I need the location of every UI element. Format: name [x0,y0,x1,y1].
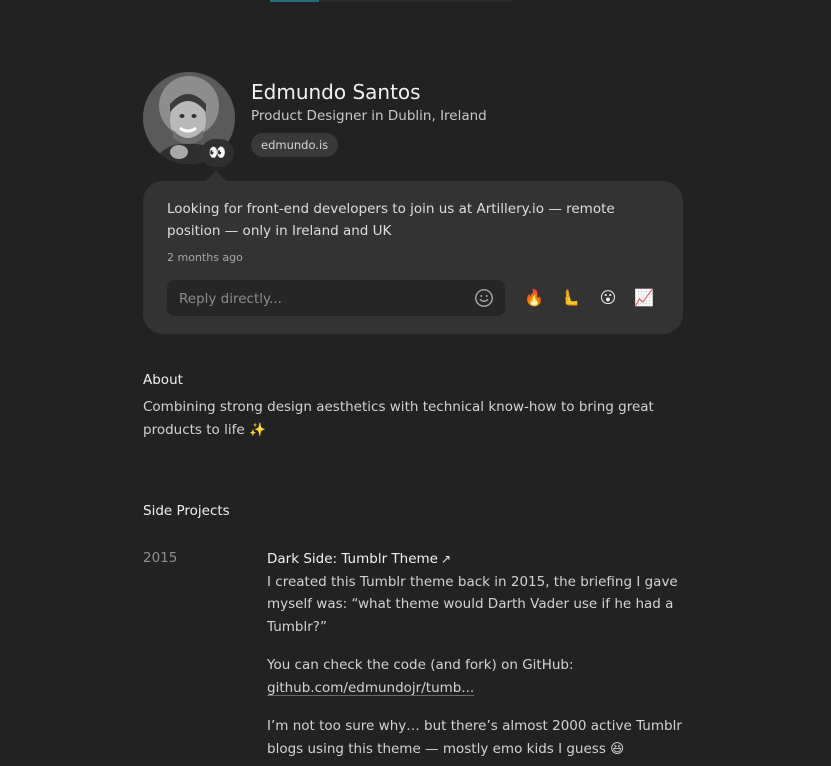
reply-input[interactable] [177,280,471,318]
reaction-fire[interactable]: 🔥 [523,287,545,309]
website-link[interactable]: edmundo.is [251,133,339,157]
status-timestamp: 2 months ago [167,251,243,264]
about-text: Combining strong design aesthetics with … [143,399,654,438]
reaction-hand[interactable]: 🫷 [559,287,581,309]
project-entry: Dark Side: Tumblr Theme ↗ I created this … [267,548,687,760]
reaction-surprised[interactable]: 😮 [597,287,619,309]
project-github-paragraph: You can check the code (and fork) on Git… [267,654,687,699]
project-usage-note: I’m not too sure why… but there’s almost… [267,718,682,757]
reaction-chart[interactable]: 📈 [633,287,655,309]
about-heading: About [143,372,183,388]
project-description: I created this Tumblr theme back in 2015… [267,573,678,635]
status-emoji: 👀 [208,145,227,161]
active-tab-indicator [270,0,319,2]
side-projects-heading: Side Projects [143,503,230,519]
smiley-outline-icon[interactable] [474,288,494,308]
status-emoji-badge[interactable]: 👀 [201,139,234,167]
arrow-up-right-icon: ↗ [441,552,452,566]
github-link[interactable]: github.com/edmundojr/tumb... [267,680,474,696]
github-prefix: You can check the code (and fork) on Git… [267,657,574,673]
reply-box [167,280,505,318]
project-year: 2015 [143,550,178,566]
project-title: Dark Side: Tumblr Theme [267,551,438,567]
profile-role: Product Designer in Dublin, Ireland [251,108,487,124]
profile-page: 👀 Edmundo Santos Product Designer in Dub… [0,0,831,766]
status-text: Looking for front-end developers to join… [167,201,615,239]
project-title-link[interactable]: Dark Side: Tumblr Theme ↗ [267,548,687,571]
profile-name: Edmundo Santos [251,80,421,104]
